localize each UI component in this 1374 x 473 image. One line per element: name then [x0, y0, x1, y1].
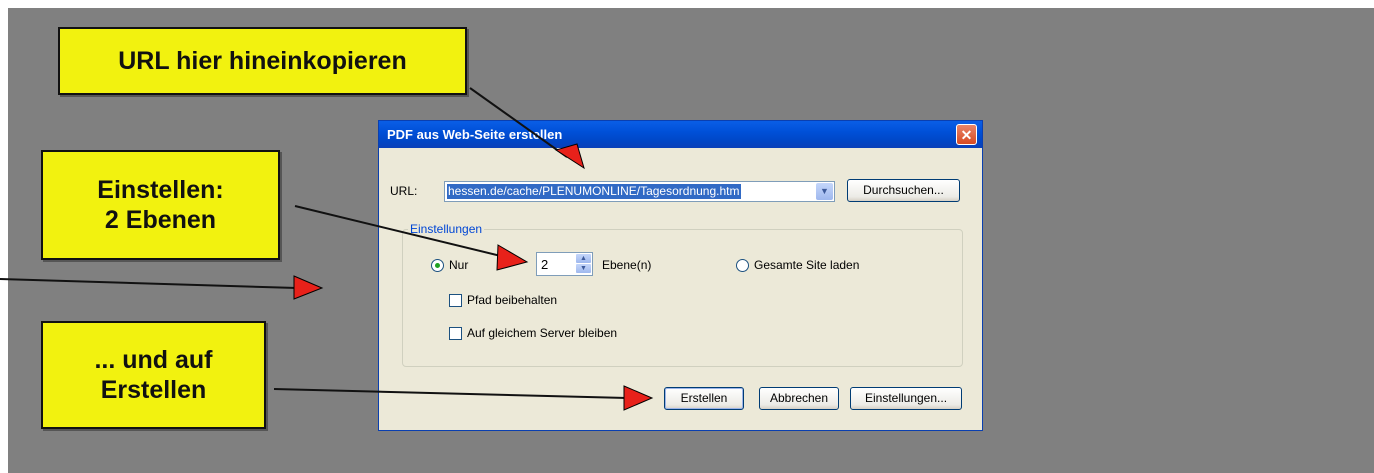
levels-unit-label: Ebene(n)	[602, 258, 652, 272]
checkbox-same-server-label[interactable]: Auf gleichem Server bleiben	[467, 326, 617, 340]
checkbox-same-server[interactable]	[449, 327, 462, 340]
radio-whole-site-label[interactable]: Gesamte Site laden	[754, 258, 859, 272]
callout-url-hint: URL hier hineinkopieren	[58, 27, 467, 95]
url-input-value[interactable]: hessen.de/cache/PLENUMONLINE/Tagesordnun…	[447, 184, 741, 199]
cancel-button[interactable]: Abbrechen	[759, 387, 839, 410]
levels-value[interactable]: 2	[541, 257, 548, 272]
close-button[interactable]: ✕	[956, 124, 977, 145]
callout-levels-hint: Einstellen: 2 Ebenen	[41, 150, 280, 260]
settings-button[interactable]: Einstellungen...	[850, 387, 962, 410]
levels-spinbox[interactable]: 2 ▲ ▼	[536, 252, 593, 276]
callout-levels-line2: 2 Ebenen	[104, 206, 217, 234]
browse-button[interactable]: Durchsuchen...	[847, 179, 960, 202]
url-dropdown-button[interactable]: ▼	[816, 183, 833, 200]
spin-up-icon[interactable]: ▲	[576, 254, 591, 263]
checkbox-keep-path-label[interactable]: Pfad beibehalten	[467, 293, 557, 307]
dialog-title: PDF aus Web-Seite erstellen	[387, 127, 563, 142]
url-combobox[interactable]: hessen.de/cache/PLENUMONLINE/Tagesordnun…	[444, 181, 835, 202]
checkbox-keep-path[interactable]	[449, 294, 462, 307]
callout-create-line2: Erstellen	[100, 376, 207, 404]
pdf-from-web-dialog: PDF aus Web-Seite erstellen ✕ URL: hesse…	[378, 120, 983, 431]
spin-down-icon[interactable]: ▼	[576, 264, 591, 273]
url-label: URL:	[390, 184, 418, 198]
create-button[interactable]: Erstellen	[664, 387, 744, 410]
close-icon: ✕	[960, 127, 973, 143]
callout-url-text: URL hier hineinkopieren	[118, 47, 407, 75]
callout-create-hint: ... und auf Erstellen	[41, 321, 266, 429]
radio-only-levels[interactable]	[431, 259, 444, 272]
radio-whole-site[interactable]	[736, 259, 749, 272]
callout-create-line1: ... und auf	[94, 346, 213, 374]
radio-only-label[interactable]: Nur	[449, 258, 468, 272]
dialog-titlebar[interactable]: PDF aus Web-Seite erstellen	[379, 121, 982, 148]
settings-group-title: Einstellungen	[408, 222, 485, 236]
chevron-down-icon: ▼	[820, 186, 829, 196]
callout-levels-line1: Einstellen:	[97, 176, 224, 204]
